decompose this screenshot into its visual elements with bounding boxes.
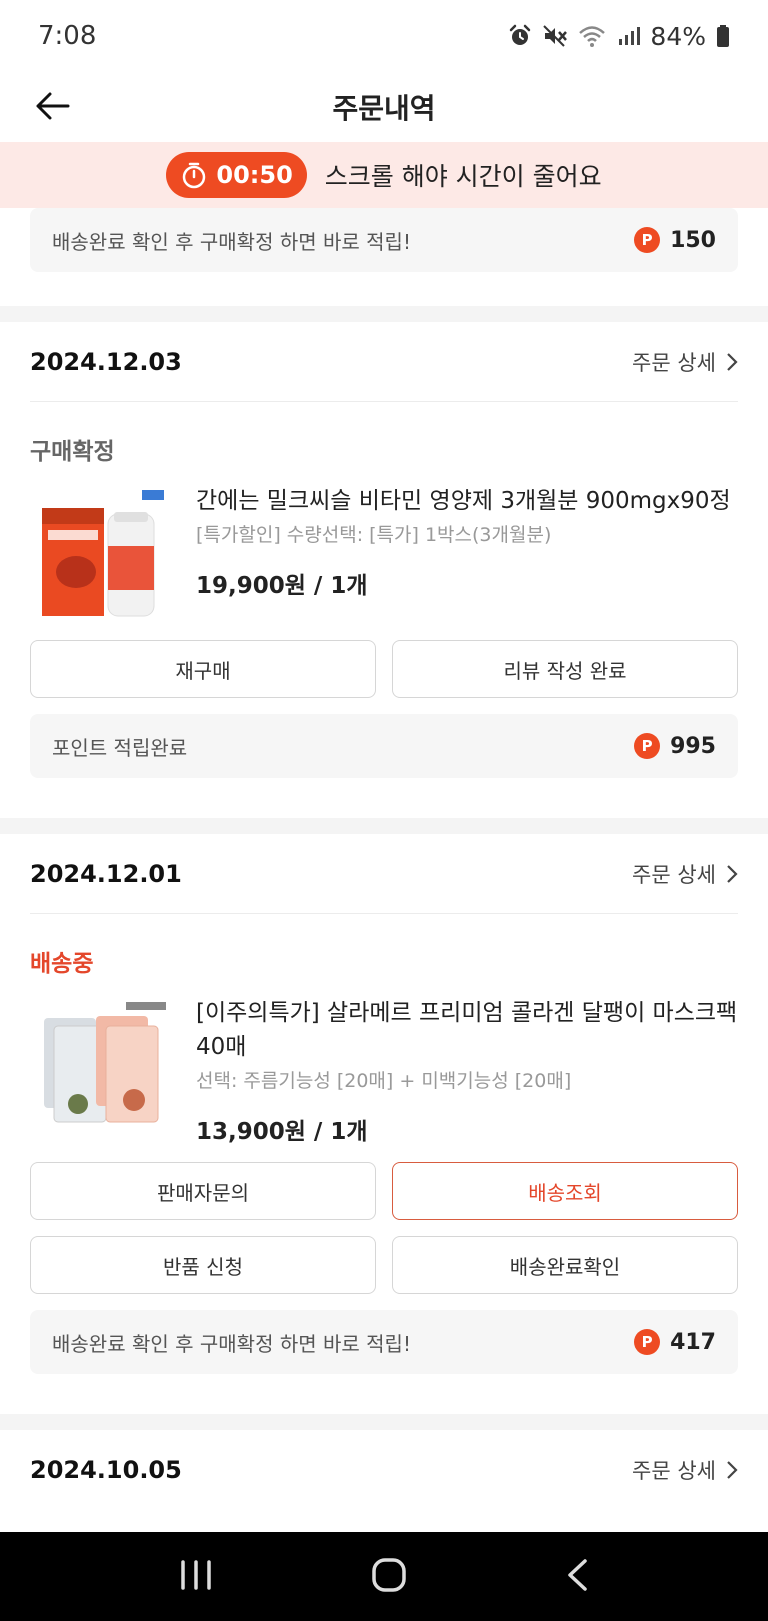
chevron-right-icon — [727, 864, 738, 883]
section-divider — [0, 306, 768, 322]
review-done-button[interactable]: 리뷰 작성 완료 — [392, 640, 738, 698]
order-detail-link[interactable]: 주문 상세 — [632, 347, 738, 377]
status-time: 7:08 — [38, 21, 97, 51]
points-label: 배송완료 확인 후 구매확정 하면 바로 적립! — [52, 229, 411, 254]
point-icon: P — [634, 227, 661, 253]
chevron-right-icon — [727, 352, 738, 371]
points-row: 배송완료 확인 후 구매확정 하면 바로 적립! P 417 — [30, 1310, 738, 1374]
track-delivery-button[interactable]: 배송조회 — [392, 1162, 738, 1220]
product-thumbnail — [30, 484, 170, 624]
order-card: 2024.12.03 주문 상세 구매확정 간에는 밀크씨슬 비타민 영양제 3… — [0, 322, 768, 778]
order-header: 2024.12.03 주문 상세 — [30, 322, 738, 402]
order-list[interactable]: 배송완료 확인 후 구매확정 하면 바로 적립! P 150 2024.12.0… — [0, 208, 768, 1532]
points-amount: 417 — [670, 1329, 716, 1355]
order-detail-link[interactable]: 주문 상세 — [632, 859, 738, 889]
home-icon[interactable] — [371, 1557, 407, 1597]
timer-banner: 00:50 스크롤 해야 시간이 줄어요 — [0, 142, 768, 208]
points-amount: 995 — [670, 733, 716, 759]
confirm-delivery-button[interactable]: 배송완료확인 — [392, 1236, 738, 1294]
order-card: 2024.12.01 주문 상세 배송중 [이주의특가] 살라메르 프리미엄 콜… — [0, 834, 768, 1374]
order-detail-label: 주문 상세 — [632, 350, 716, 375]
order-date: 2024.10.05 — [30, 1456, 182, 1484]
order-status: 구매확정 — [30, 439, 115, 465]
back-icon[interactable] — [565, 1558, 589, 1596]
points-row: 배송완료 확인 후 구매확정 하면 바로 적립! P 150 — [30, 208, 738, 272]
status-bar: 7:08 84% — [0, 0, 768, 72]
points-row: 포인트 적립완료 P 995 — [30, 714, 738, 778]
points-label: 포인트 적립완료 — [52, 735, 188, 760]
product-name: 간에는 밀크씨슬 비타민 영양제 3개월분 900mgx90정 — [196, 488, 731, 514]
wifi-icon — [578, 24, 606, 48]
return-request-button[interactable]: 반품 신청 — [30, 1236, 376, 1294]
reorder-button[interactable]: 재구매 — [30, 640, 376, 698]
order-date: 2024.12.03 — [30, 347, 182, 376]
alarm-icon — [508, 24, 532, 48]
product-thumbnail — [30, 996, 170, 1136]
product-option: 선택: 주름기능성 [20매] + 미백기능성 [20매] — [196, 1070, 572, 1092]
product-info: 간에는 밀크씨슬 비타민 영양제 3개월분 900mgx90정 [특가할인] 수… — [196, 484, 738, 624]
product-info: [이주의특가] 살라메르 프리미엄 콜라겐 달팽이 마스크팩 40매 선택: 주… — [196, 996, 738, 1146]
product-price: 13,900원 / 1개 — [196, 1119, 368, 1145]
product-option: [특가할인] 수량선택: [특가] 1박스(3개월분) — [196, 524, 552, 546]
product-item[interactable]: [이주의특가] 살라메르 프리미엄 콜라겐 달팽이 마스크팩 40매 선택: 주… — [30, 996, 738, 1146]
order-actions: 재구매 리뷰 작성 완료 — [30, 640, 738, 698]
recent-apps-icon[interactable] — [179, 1559, 213, 1594]
points-amount: 150 — [670, 227, 716, 253]
point-icon: P — [634, 733, 661, 759]
product-name: [이주의특가] 살라메르 프리미엄 콜라겐 달팽이 마스크팩 40매 — [196, 1000, 738, 1060]
signal-icon — [616, 24, 641, 48]
points-value: P 417 — [634, 1329, 716, 1355]
order-card: 2024.10.05 주문 상세 — [0, 1430, 768, 1510]
app-header: 주문내역 — [0, 72, 768, 142]
order-header: 2024.10.05 주문 상세 — [30, 1430, 738, 1510]
section-divider — [0, 818, 768, 834]
system-nav-bar — [0, 1532, 768, 1621]
order-status: 배송중 — [30, 951, 94, 977]
points-value: P 995 — [634, 733, 716, 759]
section-divider — [0, 1414, 768, 1430]
order-detail-link[interactable]: 주문 상세 — [632, 1455, 738, 1485]
chevron-right-icon — [727, 1461, 738, 1479]
order-header: 2024.12.01 주문 상세 — [30, 834, 738, 914]
timer-pill: 00:50 — [166, 152, 307, 198]
order-detail-label: 주문 상세 — [632, 862, 716, 887]
point-icon: P — [634, 1329, 661, 1355]
order-date: 2024.12.01 — [30, 859, 182, 888]
mute-icon — [542, 24, 568, 48]
page-title: 주문내역 — [332, 92, 436, 125]
order-detail-label: 주문 상세 — [632, 1459, 716, 1483]
status-icons: 84% — [508, 22, 730, 51]
timer-countdown: 00:50 — [216, 161, 293, 189]
back-arrow-icon — [36, 92, 70, 120]
points-value: P 150 — [634, 227, 716, 253]
stopwatch-icon — [183, 162, 206, 189]
product-price: 19,900원 / 1개 — [196, 573, 368, 599]
order-actions: 판매자문의 배송조회 반품 신청 배송완료확인 — [30, 1162, 738, 1294]
battery-percent: 84% — [650, 21, 706, 51]
back-button[interactable] — [30, 84, 74, 128]
seller-inquiry-button[interactable]: 판매자문의 — [30, 1162, 376, 1220]
battery-icon — [716, 24, 730, 48]
points-label: 배송완료 확인 후 구매확정 하면 바로 적립! — [52, 1331, 411, 1356]
product-item[interactable]: 간에는 밀크씨슬 비타민 영양제 3개월분 900mgx90정 [특가할인] 수… — [30, 484, 738, 624]
timer-message: 스크롤 해야 시간이 줄어요 — [324, 162, 602, 191]
